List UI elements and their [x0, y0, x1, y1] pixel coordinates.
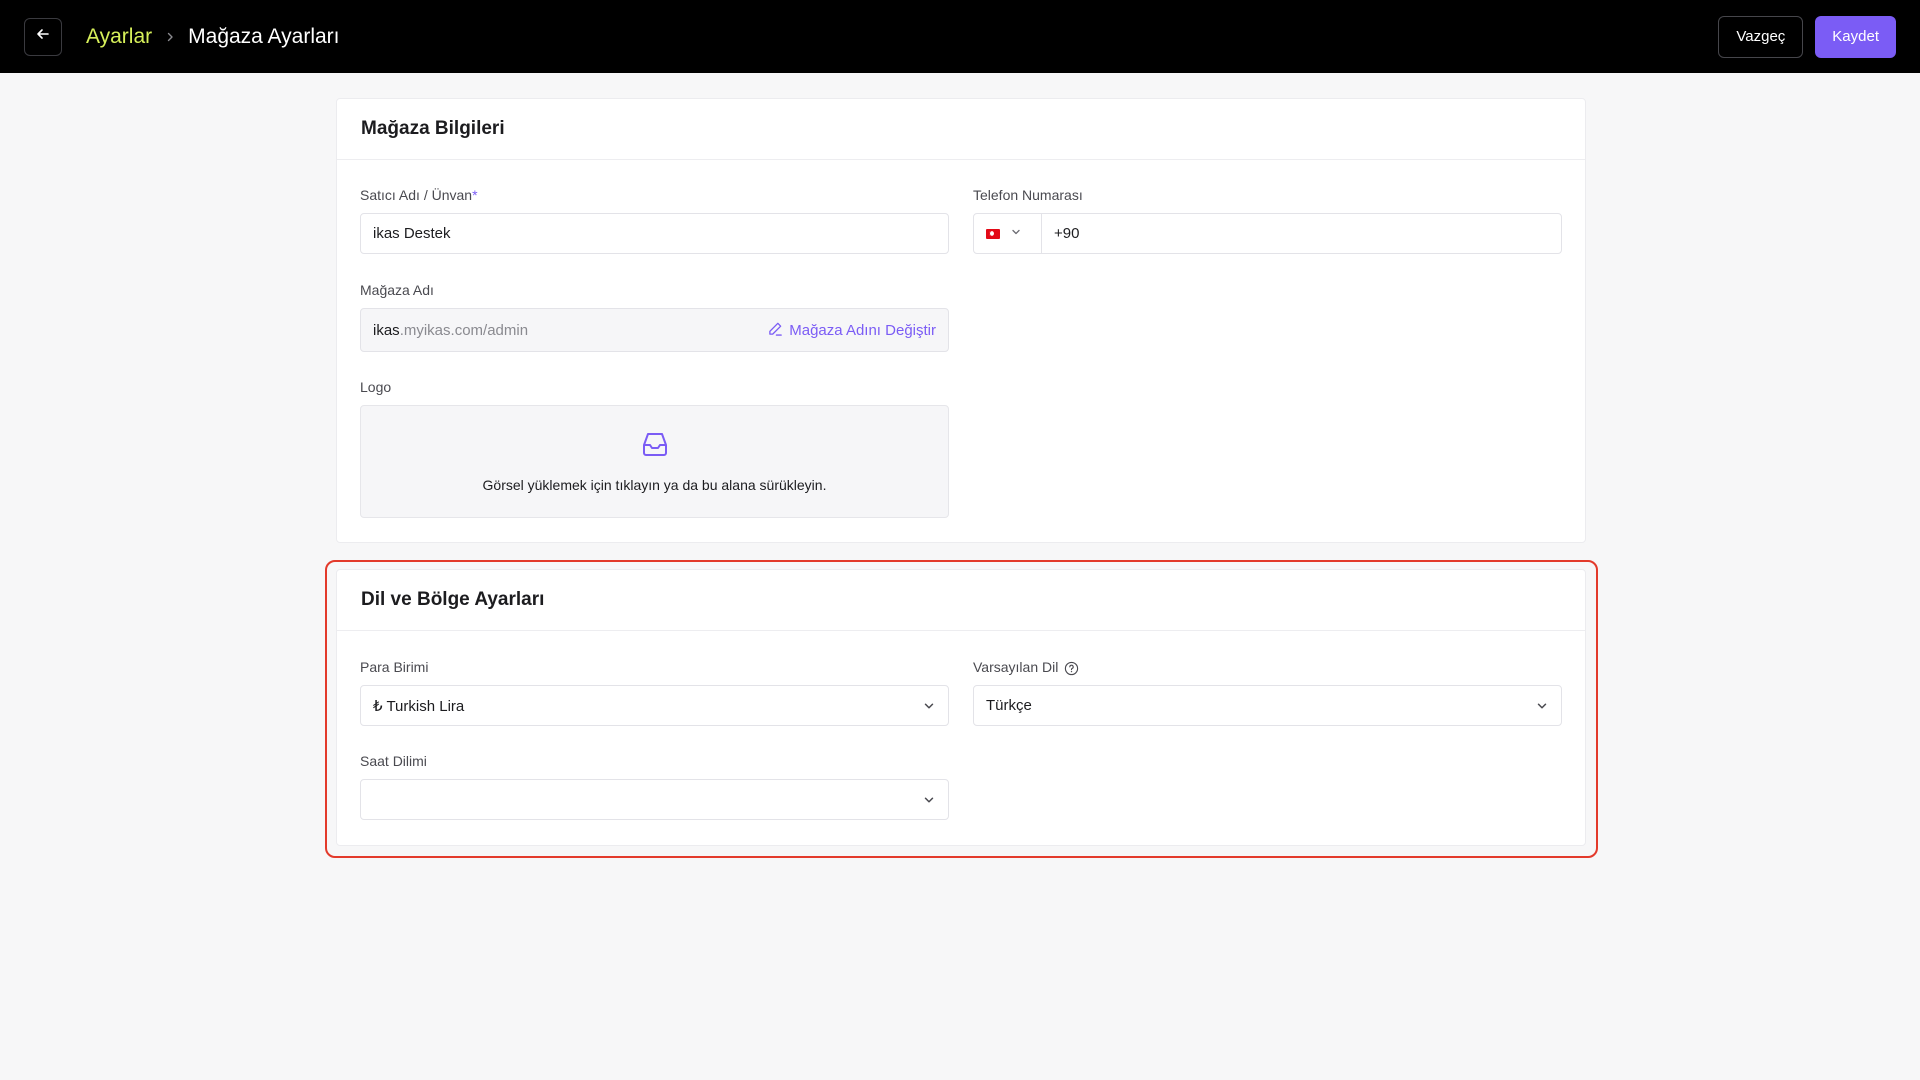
- cancel-button[interactable]: Vazgeç: [1718, 15, 1804, 58]
- chevron-right-icon: [164, 31, 176, 43]
- seller-name-input[interactable]: ikas Destek: [360, 213, 949, 254]
- store-name-label: Mağaza Adı: [360, 282, 434, 298]
- page-title: Mağaza Ayarları: [188, 24, 340, 48]
- timezone-label: Saat Dilimi: [360, 753, 427, 769]
- logo-upload-text: Görsel yüklemek için tıklayın ya da bu a…: [482, 477, 827, 493]
- change-store-name-label: Mağaza Adını Değiştir: [789, 321, 936, 339]
- default-language-label: Varsayılan Dil: [973, 659, 1079, 676]
- currency-value: ₺ Turkish Lira: [373, 697, 465, 715]
- default-language-value: Türkçe: [986, 697, 1032, 714]
- phone-country-select[interactable]: [974, 214, 1042, 253]
- store-info-title: Mağaza Bilgileri: [337, 99, 1585, 160]
- phone-input[interactable]: +90: [973, 213, 1562, 254]
- phone-value: +90: [1054, 225, 1080, 242]
- save-button[interactable]: Kaydet: [1815, 15, 1896, 58]
- top-actions: Vazgeç Kaydet: [1718, 15, 1896, 58]
- logo-label: Logo: [360, 379, 392, 395]
- arrow-left-icon: [35, 26, 51, 47]
- currency-select[interactable]: ₺ Turkish Lira: [360, 685, 949, 726]
- top-bar: Ayarlar Mağaza Ayarları Vazgeç Kaydet: [0, 0, 1920, 73]
- seller-name-label: Satıcı Adı / Ünvan*: [360, 187, 478, 203]
- back-button[interactable]: [24, 17, 62, 56]
- store-name-domain: .myikas.com/admin: [399, 321, 529, 339]
- region-settings-title: Dil ve Bölge Ayarları: [337, 570, 1585, 631]
- seller-name-label-text: Satıcı Adı / Ünvan: [360, 187, 473, 203]
- logo-dropzone[interactable]: Görsel yüklemek için tıklayın ya da bu a…: [360, 405, 949, 518]
- inbox-icon: [640, 430, 670, 463]
- pencil-icon: [768, 321, 783, 340]
- change-store-name-link[interactable]: Mağaza Adını Değiştir: [768, 321, 936, 340]
- required-asterisk: *: [472, 187, 478, 203]
- chevron-down-icon: [922, 793, 936, 807]
- chevron-down-icon: [922, 699, 936, 713]
- default-language-select[interactable]: Türkçe: [973, 685, 1562, 726]
- phone-label: Telefon Numarası: [973, 187, 1083, 203]
- breadcrumb-settings-link[interactable]: Ayarlar: [86, 25, 152, 49]
- seller-name-value: ikas Destek: [373, 225, 451, 242]
- timezone-select[interactable]: [360, 779, 949, 820]
- store-name-prefix: ikas: [373, 321, 400, 339]
- region-settings-card: Dil ve Bölge Ayarları Para Birimi ₺ Turk…: [336, 569, 1586, 846]
- chevron-down-icon: [1010, 225, 1022, 242]
- default-language-label-text: Varsayılan Dil: [973, 659, 1059, 675]
- chevron-down-icon: [1535, 699, 1549, 713]
- currency-label: Para Birimi: [360, 659, 429, 675]
- help-circle-icon[interactable]: [1064, 661, 1079, 676]
- turkey-flag-icon: [986, 228, 1000, 239]
- store-info-card: Mağaza Bilgileri Satıcı Adı / Ünvan* ika…: [336, 98, 1586, 543]
- store-name-field: ikas .myikas.com/admin Mağaza Adını Değiş…: [360, 308, 949, 352]
